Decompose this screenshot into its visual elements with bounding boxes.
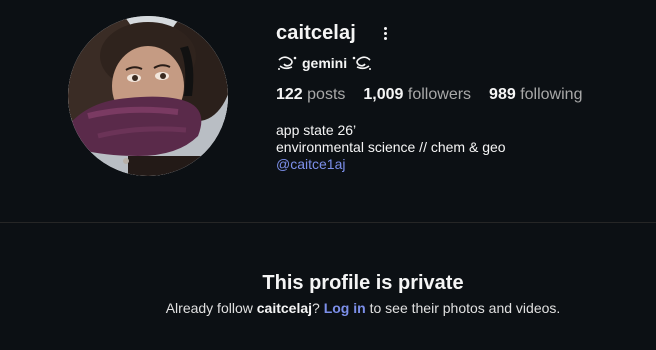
posts-count: 122 xyxy=(276,86,303,103)
more-dot xyxy=(384,26,388,30)
profile-info: caitcelaj gemini 122 posts 1,009 followe… xyxy=(276,18,646,173)
more-dot xyxy=(384,31,388,35)
profile-page: caitcelaj gemini 122 posts 1,009 followe… xyxy=(0,0,656,350)
profile-username: caitcelaj xyxy=(276,21,356,44)
gemini-swirl-icon xyxy=(352,56,372,70)
posts-label: posts xyxy=(307,86,346,103)
private-prefix: Already follow xyxy=(165,300,257,316)
followers-stat[interactable]: 1,009 followers xyxy=(363,86,471,104)
private-suffix: to see their photos and videos. xyxy=(365,300,561,316)
username-row: caitcelaj xyxy=(276,18,646,48)
private-profile-title: This profile is private xyxy=(262,272,464,294)
following-stat[interactable]: 989 following xyxy=(489,86,582,104)
followers-count: 1,009 xyxy=(363,86,404,103)
following-label: following xyxy=(520,86,583,103)
posts-stat: 122 posts xyxy=(276,86,345,104)
profile-stats: 122 posts 1,009 followers 989 following xyxy=(276,86,646,108)
login-link[interactable]: Log in xyxy=(324,300,366,316)
more-dot xyxy=(384,36,388,40)
zodiac-label: gemini xyxy=(302,55,348,71)
followers-label: followers xyxy=(407,86,472,103)
gemini-swirl-icon xyxy=(278,56,297,70)
profile-bio: app state 26’ environmental science // c… xyxy=(276,122,646,173)
bio-linked-handle[interactable]: @caitce1aj xyxy=(276,156,646,173)
avatar-photo xyxy=(68,16,228,176)
bio-line: environmental science // chem & geo xyxy=(276,139,506,155)
bio-line: app state 26’ xyxy=(276,122,357,138)
section-divider xyxy=(0,222,656,223)
private-question: ? xyxy=(312,300,320,316)
following-count: 989 xyxy=(489,86,516,103)
profile-avatar[interactable] xyxy=(68,16,228,176)
private-profile-message: Already follow caitcelaj? Log in to see … xyxy=(0,300,656,316)
zodiac-row: gemini xyxy=(276,52,646,74)
private-username: caitcelaj xyxy=(256,300,313,316)
more-options-icon[interactable] xyxy=(378,23,394,43)
